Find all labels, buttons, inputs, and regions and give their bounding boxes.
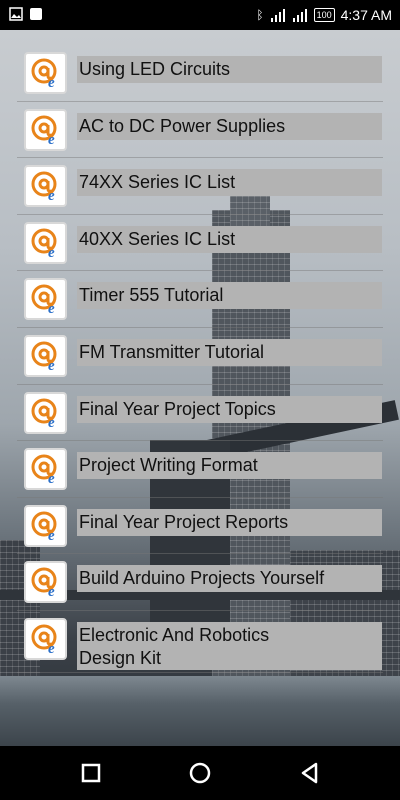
svg-text:e: e: [48, 132, 55, 147]
at-e-logo-icon: e: [24, 504, 67, 547]
signal-icon: [270, 9, 285, 22]
at-e-logo-icon: e: [24, 165, 67, 208]
at-e-logo-icon: e: [24, 561, 67, 604]
square-notification-icon: [30, 8, 42, 20]
at-e-logo-icon: e: [24, 52, 67, 94]
menu-item[interactable]: e Using LED Circuits: [17, 45, 383, 102]
svg-text:e: e: [48, 584, 55, 599]
svg-text:e: e: [48, 301, 55, 316]
status-bar: ᛒ 100 4:37 AM: [0, 0, 400, 30]
svg-text:e: e: [48, 358, 55, 373]
at-e-logo-icon: e: [24, 448, 67, 491]
image-icon: [9, 7, 23, 21]
svg-text:e: e: [48, 245, 55, 260]
menu-item-label: Build Arduino Projects Yourself: [77, 565, 382, 593]
menu-item-label: Final Year Project Reports: [77, 508, 382, 536]
at-e-logo-icon: e: [24, 391, 67, 434]
menu-item[interactable]: e Final Year Project Reports: [17, 498, 383, 555]
menu-item-label: Project Writing Format: [77, 452, 382, 480]
recents-button[interactable]: [78, 760, 104, 786]
svg-text:e: e: [48, 188, 55, 203]
at-e-logo-icon: e: [24, 278, 67, 321]
status-time: 4:37 AM: [340, 7, 392, 23]
menu-item-label: Final Year Project Topics: [77, 395, 382, 423]
battery-icon: 100: [313, 8, 335, 22]
at-e-logo-icon: e: [24, 221, 67, 264]
svg-text:e: e: [48, 75, 55, 90]
at-e-logo-icon: e: [24, 617, 67, 660]
menu-item[interactable]: e Final Year Project Topics: [17, 385, 383, 442]
back-button[interactable]: [297, 760, 323, 786]
menu-item[interactable]: e Electronic And Robotics Design Kit: [17, 611, 383, 673]
menu-item[interactable]: e Build Arduino Projects Yourself: [17, 554, 383, 611]
menu-item[interactable]: e 40XX Series IC List: [17, 215, 383, 272]
menu-item[interactable]: e Timer 555 Tutorial: [17, 271, 383, 328]
menu-item-label: 74XX Series IC List: [77, 169, 382, 197]
menu-item-label: Timer 555 Tutorial: [77, 282, 382, 310]
svg-text:e: e: [48, 528, 55, 543]
svg-text:e: e: [48, 641, 55, 656]
menu-item-label: 40XX Series IC List: [77, 225, 382, 253]
signal-icon: [292, 9, 307, 22]
bluetooth-icon: ᛒ: [256, 8, 264, 22]
svg-text:e: e: [48, 471, 55, 486]
at-e-logo-icon: e: [24, 334, 67, 377]
menu-list: e Using LED Circuits e AC to DC Power Suppl…: [17, 45, 383, 673]
menu-item-label: AC to DC Power Supplies: [77, 112, 382, 140]
menu-item[interactable]: e Project Writing Format: [17, 441, 383, 498]
menu-item-label: Using LED Circuits: [77, 56, 382, 83]
menu-item-label: FM Transmitter Tutorial: [77, 338, 382, 366]
menu-item-label: Electronic And Robotics Design Kit: [77, 621, 382, 670]
nav-bar: [0, 746, 400, 800]
menu-item[interactable]: e 74XX Series IC List: [17, 158, 383, 215]
home-button[interactable]: [187, 760, 213, 786]
svg-text:e: e: [48, 415, 55, 430]
menu-item[interactable]: e AC to DC Power Supplies: [17, 102, 383, 159]
menu-item[interactable]: e FM Transmitter Tutorial: [17, 328, 383, 385]
at-e-logo-icon: e: [24, 108, 67, 151]
